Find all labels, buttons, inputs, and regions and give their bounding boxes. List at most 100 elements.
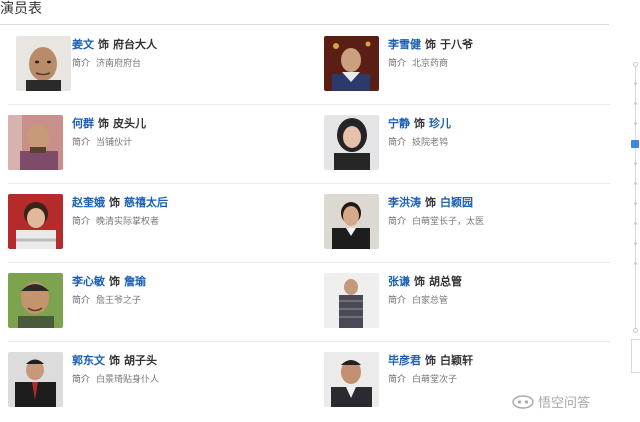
scroll-nav-dot[interactable]	[634, 202, 637, 205]
name-line: 张谦饰胡总管	[388, 275, 462, 289]
cast-row: 姜文饰府台大人 简介 济南府府台 李雪健饰于八爷 简介 北京药商	[0, 26, 610, 105]
cast-card: 宁静饰珍儿 简介 妓院老鸨	[324, 105, 610, 184]
intro-text: 白萌堂次子	[412, 375, 458, 385]
intro-label: 简介	[388, 375, 407, 385]
title-divider	[0, 24, 609, 25]
intro-line: 简介 白景琦贴身仆人	[72, 374, 159, 386]
wukong-logo-icon	[512, 394, 534, 413]
as-label: 饰	[414, 275, 425, 288]
scroll-nav-dot[interactable]	[634, 262, 637, 265]
name-line: 李洪涛饰白颖园	[388, 196, 473, 210]
actor-photo[interactable]	[8, 194, 63, 249]
as-label: 饰	[109, 275, 120, 288]
intro-label: 简介	[72, 138, 91, 148]
intro-text: 北京药商	[412, 59, 449, 69]
role-name: 皮头儿	[113, 117, 146, 130]
as-label: 饰	[425, 196, 436, 209]
cast-row: 李心敏饰詹瑜 简介 詹王爷之子 张谦饰胡总管 简介 白家总管	[0, 263, 610, 342]
actor-name-link[interactable]: 宁静	[388, 117, 410, 130]
actor-photo[interactable]	[324, 194, 379, 249]
as-label: 饰	[109, 354, 120, 367]
watermark-text: 悟空问答	[538, 396, 591, 411]
cast-card: 何群饰皮头儿 简介 当铺伙计	[8, 105, 308, 184]
intro-line: 简介 詹王爷之子	[72, 295, 141, 307]
as-label: 饰	[414, 117, 425, 130]
intro-text: 当铺伙计	[96, 138, 133, 148]
intro-line: 简介 白家总管	[388, 295, 448, 307]
intro-line: 简介 白萌堂长子，太医	[388, 216, 484, 228]
intro-line: 简介 白萌堂次子	[388, 374, 457, 386]
cast-card: 李雪健饰于八爷 简介 北京药商	[324, 26, 610, 105]
role-name: 于八爷	[440, 38, 473, 51]
role-name-link[interactable]: 珍儿	[429, 117, 451, 130]
intro-text: 妓院老鸨	[412, 138, 449, 148]
intro-label: 简介	[72, 296, 91, 306]
role-name: 府台大人	[113, 38, 157, 51]
intro-label: 简介	[388, 138, 407, 148]
page-scroll-nav[interactable]	[628, 62, 639, 337]
role-name-link[interactable]: 詹瑜	[124, 275, 146, 288]
intro-text: 白萌堂长子，太医	[412, 217, 485, 227]
actor-name-link[interactable]: 郭东文	[72, 354, 105, 367]
scroll-nav-dot[interactable]	[633, 62, 638, 67]
scroll-track	[635, 66, 636, 333]
scroll-nav-dot[interactable]	[633, 328, 638, 333]
intro-label: 简介	[72, 217, 91, 227]
intro-line: 简介 晚清实际掌权者	[72, 216, 159, 228]
name-line: 李雪健饰于八爷	[388, 38, 473, 52]
actor-photo[interactable]	[324, 36, 379, 91]
actor-name-link[interactable]: 张谦	[388, 275, 410, 288]
cast-card: 赵奎娥饰慈禧太后 简介 晚清实际掌权者	[8, 184, 308, 263]
cast-card: 李洪涛饰白颖园 简介 白萌堂长子，太医	[324, 184, 610, 263]
scroll-nav-dot[interactable]	[634, 102, 637, 105]
intro-label: 简介	[72, 59, 91, 69]
role-name: 胡总管	[429, 275, 462, 288]
as-label: 饰	[98, 117, 109, 130]
side-tab[interactable]	[631, 339, 640, 373]
actor-photo[interactable]	[8, 352, 63, 407]
scroll-nav-dot[interactable]	[634, 222, 637, 225]
scroll-nav-dot[interactable]	[634, 82, 637, 85]
actor-name-link[interactable]: 李雪健	[388, 38, 421, 51]
cast-card: 张谦饰胡总管 简介 白家总管	[324, 263, 610, 342]
actor-photo[interactable]	[16, 36, 71, 91]
scroll-nav-current[interactable]	[631, 140, 639, 148]
intro-label: 简介	[72, 375, 91, 385]
as-label: 饰	[425, 38, 436, 51]
scroll-nav-dot[interactable]	[634, 162, 637, 165]
actor-name-link[interactable]: 李洪涛	[388, 196, 421, 209]
name-line: 宁静饰珍儿	[388, 117, 451, 131]
actor-photo[interactable]	[324, 352, 379, 407]
intro-line: 简介 妓院老鸨	[388, 137, 448, 149]
role-name-link[interactable]: 白颖园	[440, 196, 473, 209]
actor-photo[interactable]	[324, 273, 379, 328]
intro-line: 简介 当铺伙计	[72, 137, 132, 149]
intro-text: 白景琦贴身仆人	[96, 375, 160, 385]
actor-name-link[interactable]: 赵奎娥	[72, 196, 105, 209]
cast-card: 郭东文饰胡子头 简介 白景琦贴身仆人	[8, 342, 308, 421]
intro-line: 简介 济南府府台	[72, 58, 141, 70]
scroll-nav-dot[interactable]	[634, 122, 637, 125]
cast-card: 姜文饰府台大人 简介 济南府府台	[8, 26, 308, 105]
intro-text: 济南府府台	[96, 59, 142, 69]
actor-photo[interactable]	[8, 273, 63, 328]
actor-name-link[interactable]: 姜文	[72, 38, 94, 51]
scroll-nav-dot[interactable]	[634, 242, 637, 245]
actor-name-link[interactable]: 何群	[72, 117, 94, 130]
name-line: 何群饰皮头儿	[72, 117, 146, 131]
scroll-nav-dot[interactable]	[634, 182, 637, 185]
intro-line: 简介 北京药商	[388, 58, 448, 70]
actor-photo[interactable]	[324, 115, 379, 170]
name-line: 赵奎娥饰慈禧太后	[72, 196, 168, 210]
intro-text: 詹王爷之子	[96, 296, 142, 306]
as-label: 饰	[109, 196, 120, 209]
intro-text: 白家总管	[412, 296, 449, 306]
actor-name-link[interactable]: 李心敏	[72, 275, 105, 288]
cast-card: 李心敏饰詹瑜 简介 詹王爷之子	[8, 263, 308, 342]
name-line: 姜文饰府台大人	[72, 38, 157, 52]
role-name-link[interactable]: 慈禧太后	[124, 196, 168, 209]
role-name: 白颖轩	[440, 354, 473, 367]
intro-label: 简介	[388, 296, 407, 306]
actor-name-link[interactable]: 毕彦君	[388, 354, 421, 367]
actor-photo[interactable]	[8, 115, 63, 170]
